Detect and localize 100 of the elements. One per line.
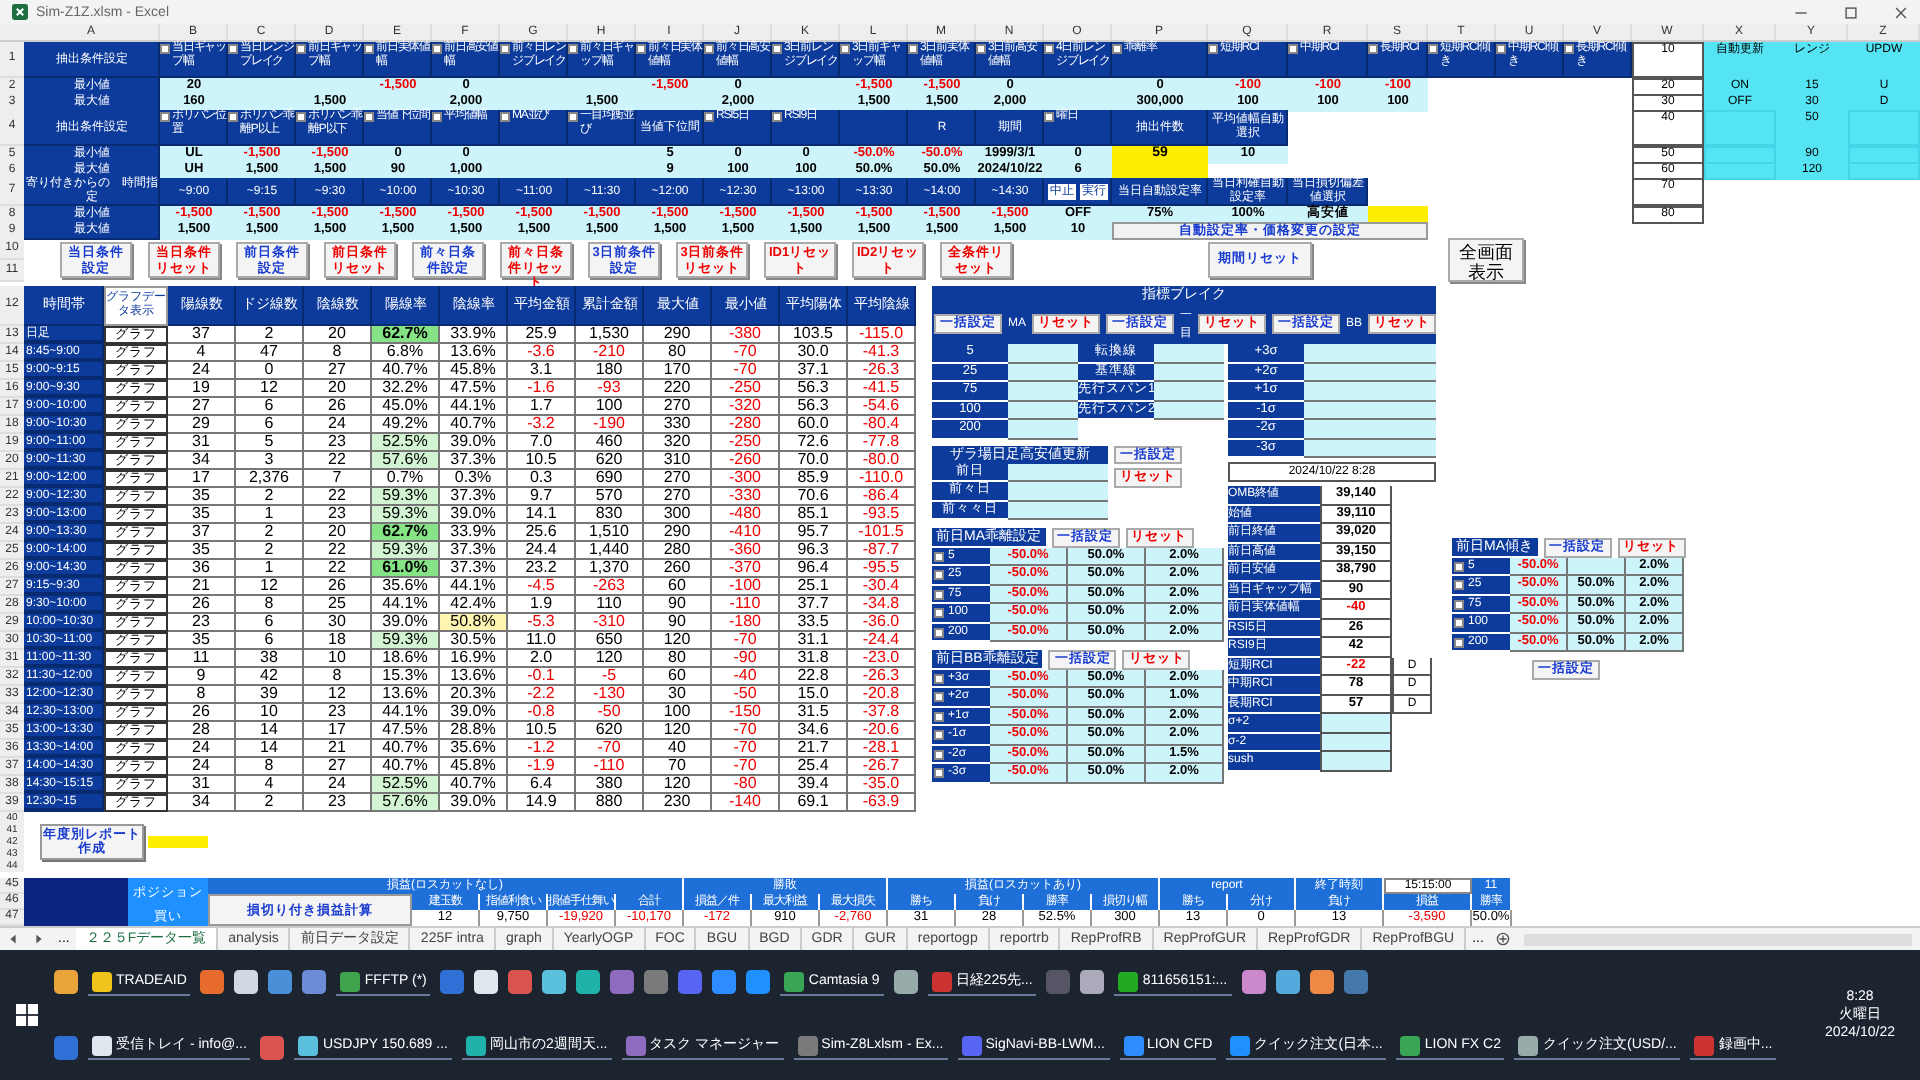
table-cell: 72.6 [780, 434, 848, 452]
table-cell: 4 [168, 344, 236, 362]
checkbox[interactable] [432, 112, 442, 122]
table-cell: 0 [236, 362, 304, 380]
app-icon[interactable] [576, 970, 601, 995]
checkbox[interactable] [296, 44, 306, 54]
checkbox[interactable] [500, 112, 510, 122]
checkbox[interactable] [228, 44, 238, 54]
checkbox[interactable] [1112, 44, 1122, 54]
table-cell: -370 [712, 560, 780, 578]
table-cell [1008, 382, 1078, 401]
table-cell: -1.6 [508, 380, 576, 398]
table-cell [1848, 162, 1920, 180]
table-cell [1304, 420, 1436, 439]
table-cell: -260 [712, 452, 780, 470]
table-cell: 650 [576, 632, 644, 650]
checkbox[interactable] [296, 112, 306, 122]
app-icon[interactable] [474, 970, 499, 995]
app-icon[interactable] [234, 970, 259, 995]
checkbox[interactable] [1496, 44, 1506, 54]
checkbox[interactable] [840, 44, 850, 54]
checkbox[interactable] [1454, 637, 1464, 648]
table-cell: 57.6% [372, 452, 440, 470]
app-icon [1123, 1036, 1144, 1057]
checkbox[interactable] [934, 608, 944, 619]
table-cell: 1 [236, 560, 304, 578]
app-icon[interactable] [54, 970, 78, 995]
checkbox[interactable] [772, 44, 782, 54]
table-cell: 9.7 [508, 488, 576, 506]
app-icon[interactable] [1275, 970, 1300, 995]
checkbox[interactable] [1044, 112, 1054, 122]
table-cell: -37.8 [848, 704, 916, 722]
app-icon[interactable] [1241, 970, 1266, 995]
table-cell: 37.3% [440, 542, 508, 560]
checkbox[interactable] [228, 112, 238, 122]
checkbox[interactable] [636, 44, 646, 54]
checkbox[interactable] [934, 673, 944, 684]
checkbox[interactable] [934, 692, 944, 703]
table-cell: 35 [168, 542, 236, 560]
checkbox[interactable] [364, 112, 374, 122]
previous-sheet-icon[interactable] [6, 932, 20, 946]
checkbox[interactable] [934, 589, 944, 600]
app-icon[interactable] [542, 970, 567, 995]
checkbox[interactable] [934, 749, 944, 760]
checkbox[interactable] [934, 730, 944, 741]
checkbox[interactable] [1454, 561, 1464, 572]
next-sheet-icon[interactable] [32, 932, 46, 946]
checkbox[interactable] [1208, 44, 1218, 54]
table-cell: -0.8 [508, 704, 576, 722]
windows-start-icon[interactable] [16, 1004, 38, 1026]
table-cell: 100 [576, 398, 644, 416]
table-cell: 37 [168, 524, 236, 542]
checkbox[interactable] [704, 44, 714, 54]
checkbox[interactable] [568, 112, 578, 122]
checkbox[interactable] [934, 768, 944, 779]
checkbox[interactable] [568, 44, 578, 54]
table-cell: 24 [168, 740, 236, 758]
app-icon[interactable] [1080, 970, 1105, 995]
table-cell: 20 [304, 524, 372, 542]
close-icon[interactable] [1894, 5, 1908, 19]
table-cell: 170 [644, 362, 712, 380]
table-cell: -86.4 [848, 488, 916, 506]
checkbox[interactable] [160, 44, 170, 54]
table-cell: -1.2 [508, 740, 576, 758]
checkbox[interactable] [1454, 618, 1464, 629]
checkbox[interactable] [1288, 44, 1298, 54]
checkbox[interactable] [934, 627, 944, 638]
checkbox[interactable] [1428, 44, 1438, 54]
table-cell: -110 [576, 758, 644, 776]
table-cell: 260 [644, 560, 712, 578]
table-cell: 460 [576, 434, 644, 452]
macro-button[interactable]: 全画面表示 [1448, 238, 1524, 282]
checkbox[interactable] [1454, 580, 1464, 591]
app-icon[interactable] [1309, 970, 1334, 995]
checkbox[interactable] [432, 44, 442, 54]
checkbox[interactable] [160, 112, 170, 122]
checkbox[interactable] [1564, 44, 1574, 54]
checkbox[interactable] [500, 44, 510, 54]
checkbox[interactable] [934, 711, 944, 722]
table-cell: 45.0% [372, 398, 440, 416]
checkbox[interactable] [934, 570, 944, 581]
checkbox[interactable] [908, 44, 918, 54]
table-cell: 57.6% [372, 794, 440, 812]
checkbox[interactable] [1368, 44, 1378, 54]
table-cell: 20 [304, 326, 372, 344]
checkbox[interactable] [1044, 44, 1054, 54]
table-cell: 39.4 [780, 776, 848, 794]
checkbox[interactable] [976, 44, 986, 54]
header-cell [24, 878, 128, 926]
checkbox[interactable] [934, 551, 944, 562]
table-cell: -140 [712, 794, 780, 812]
checkbox[interactable] [1454, 599, 1464, 610]
checkbox[interactable] [772, 112, 782, 122]
table-cell: 2 [236, 326, 304, 344]
table-cell: 37.3% [440, 488, 508, 506]
checkbox[interactable] [704, 112, 714, 122]
app-icon[interactable] [893, 970, 918, 995]
checkbox[interactable] [364, 44, 374, 54]
add-sheet-icon[interactable] [1495, 932, 1510, 946]
maximize-icon[interactable] [1844, 5, 1858, 19]
